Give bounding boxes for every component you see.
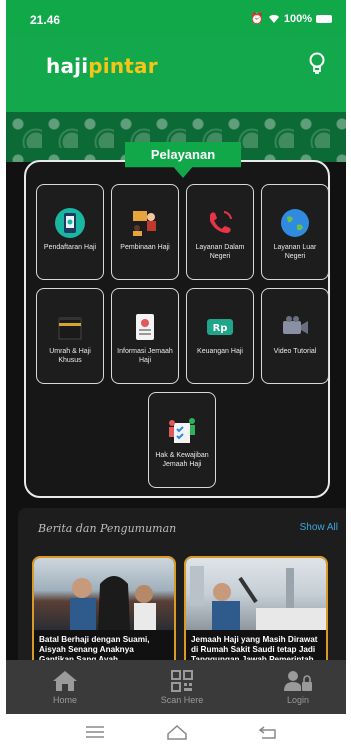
tile-label: Umrah & Haji Khusus [49, 348, 91, 364]
status-time: 21.46 [30, 13, 61, 27]
nav-login[interactable]: Login [263, 668, 333, 705]
phone-registration-icon [54, 207, 86, 239]
nav-home-label: Home [52, 695, 77, 705]
news-image [34, 558, 174, 630]
telephone-icon [204, 207, 236, 239]
news-title: Berita dan Pengumuman [38, 522, 177, 535]
home-icon [30, 668, 100, 692]
tile-label: Video Tutorial [273, 348, 317, 355]
kaaba-icon [54, 311, 86, 343]
show-all-link[interactable]: Show All [300, 522, 338, 533]
news-card[interactable]: Jemaah Haji yang Masih Dirawat di Rumah … [184, 556, 328, 668]
status-bar: .... 21.46 ⏰ 100% [6, 0, 346, 36]
news-image [186, 558, 326, 630]
tile-layanan-luar-negeri[interactable]: Layanan Luar Negeri [261, 184, 329, 280]
home-button-icon[interactable] [166, 724, 188, 740]
tile-label: Keuangan Haji [197, 348, 243, 355]
lightbulb-icon[interactable] [308, 52, 326, 78]
app-header: hajipintar [6, 36, 346, 112]
tile-layanan-dalam-negeri[interactable]: Layanan Dalam Negeri [186, 184, 254, 280]
wifi-icon [268, 14, 279, 23]
back-icon[interactable] [258, 725, 278, 739]
video-camera-icon [279, 311, 311, 343]
nav-home[interactable]: Home [30, 668, 100, 705]
tile-label: Pembinaan Haji [120, 244, 170, 251]
app-screen: .... 21.46 ⏰ 100% hajipintar Pelayanan P… [6, 0, 346, 747]
tile-label: Layanan Dalam Negeri [195, 244, 245, 260]
menu-icon[interactable] [86, 726, 104, 738]
id-card-icon [129, 311, 161, 343]
news-card[interactable]: Batal Berhaji dengan Suami, Aisyah Senan… [32, 556, 176, 668]
system-navigation-bar [0, 714, 351, 747]
app-logo: hajipintar [46, 54, 158, 78]
tile-hak-kewajiban-jemaah-haji[interactable]: Hak & Kewajiban Jemaah Haji [148, 392, 216, 488]
nav-scan[interactable]: Scan Here [147, 668, 217, 705]
nav-login-label: Login [286, 695, 310, 705]
battery-percent: 100% [283, 12, 312, 25]
nav-scan-label: Scan Here [160, 695, 204, 705]
alarm-icon: ⏰ [250, 13, 264, 25]
tile-video-tutorial[interactable]: Video Tutorial [261, 288, 329, 384]
svg-text:Rp: Rp [213, 323, 228, 334]
tile-label: Informasi Jemaah Haji [117, 348, 173, 364]
training-class-icon [129, 207, 161, 239]
battery-icon [316, 14, 332, 23]
tile-keuangan-haji[interactable]: Rp Keuangan Haji [186, 288, 254, 384]
tile-informasi-jemaah-haji[interactable]: Informasi Jemaah Haji [111, 288, 179, 384]
tile-umrah-haji-khusus[interactable]: Umrah & Haji Khusus [36, 288, 104, 384]
tile-label: Pendaftaran Haji [43, 244, 97, 251]
user-lock-icon [263, 668, 333, 692]
rupiah-icon: Rp [204, 311, 236, 343]
tile-label: Layanan Luar Negeri [273, 244, 317, 260]
rights-checklist-icon [166, 415, 198, 447]
tile-pendaftaran-haji[interactable]: Pendaftaran Haji [36, 184, 104, 280]
tile-label: Hak & Kewajiban Jemaah Haji [155, 452, 209, 468]
status-right: ⏰ 100% [250, 12, 332, 25]
globe-icon [279, 207, 311, 239]
bottom-navigation: Home Scan Here Login [6, 660, 346, 714]
qr-code-icon [147, 668, 217, 692]
tile-pembinaan-haji[interactable]: Pembinaan Haji [111, 184, 179, 280]
